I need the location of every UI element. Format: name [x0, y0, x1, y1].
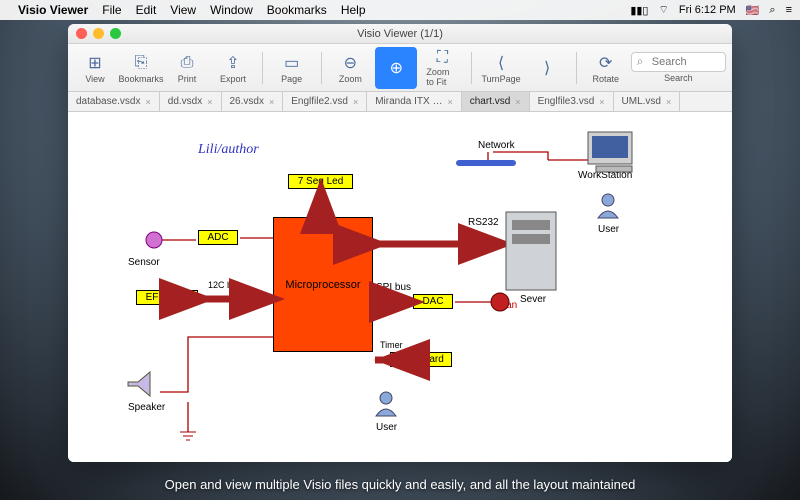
tab-dd[interactable]: dd.vsdx×	[160, 92, 222, 111]
menu-file[interactable]: File	[102, 3, 121, 17]
tabbar: database.vsdx× dd.vsdx× 26.vsdx× Englfil…	[68, 92, 732, 112]
chevron-left-icon: ⟨	[498, 52, 504, 74]
menu-extras-icon[interactable]: ≡	[786, 4, 792, 16]
zoom-fit-button[interactable]: ⛶Zoom to Fit	[421, 47, 463, 89]
page-button[interactable]: ▭Page	[271, 47, 313, 89]
close-icon[interactable]: ×	[447, 97, 452, 107]
clock[interactable]: Fri 6:12 PM	[679, 4, 736, 16]
export-icon: ⇪	[226, 52, 239, 74]
next-page-button[interactable]: ⟩	[526, 47, 568, 89]
close-icon[interactable]: ×	[599, 97, 604, 107]
zoom-out-icon: ⊖	[344, 52, 357, 74]
tab-database[interactable]: database.vsdx×	[68, 92, 160, 111]
promo-caption: Open and view multiple Visio files quick…	[0, 477, 800, 492]
menu-bookmarks[interactable]: Bookmarks	[267, 3, 327, 17]
titlebar: Visio Viewer (1/1)	[68, 24, 732, 44]
page-icon: ▭	[284, 52, 299, 74]
prev-page-button[interactable]: ⟨TurnPage	[480, 47, 522, 89]
close-icon[interactable]: ×	[515, 97, 520, 107]
diagram-svg	[68, 112, 732, 462]
close-icon[interactable]: ×	[146, 97, 151, 107]
zoom-in-button[interactable]: ⊕	[375, 47, 417, 89]
window-title: Visio Viewer (1/1)	[357, 28, 443, 40]
printer-icon: ⎙	[181, 52, 194, 74]
bookmark-icon: ⎘	[135, 52, 148, 74]
tab-englfile2[interactable]: Englfile2.vsd×	[283, 92, 367, 111]
close-icon[interactable]: ×	[269, 97, 274, 107]
close-icon[interactable]: ×	[666, 97, 671, 107]
menu-view[interactable]: View	[170, 3, 196, 17]
close-icon[interactable]: ×	[353, 97, 358, 107]
search-label: Search	[631, 73, 726, 83]
tab-miranda[interactable]: Miranda ITX …×	[367, 92, 462, 111]
app-name[interactable]: Visio Viewer	[18, 3, 88, 17]
app-window: Visio Viewer (1/1) ⊞View ⎘Bookmarks ⎙Pri…	[68, 24, 732, 462]
menu-edit[interactable]: Edit	[136, 3, 157, 17]
flag-icon[interactable]: 🇺🇸	[746, 4, 760, 17]
tab-englfile3[interactable]: Englfile3.vsd×	[530, 92, 614, 111]
tab-26[interactable]: 26.vsdx×	[222, 92, 284, 111]
spotlight-icon[interactable]: ⌕	[769, 4, 775, 17]
battery-icon[interactable]: ▮▮▯	[630, 4, 648, 17]
zoom-button[interactable]	[110, 28, 121, 39]
search-field[interactable]: Search	[631, 52, 726, 83]
export-button[interactable]: ⇪Export	[212, 47, 254, 89]
view-button[interactable]: ⊞View	[74, 47, 116, 89]
close-icon[interactable]: ×	[207, 97, 212, 107]
close-button[interactable]	[76, 28, 87, 39]
bookmarks-button[interactable]: ⎘Bookmarks	[120, 47, 162, 89]
menubar: Visio Viewer File Edit View Window Bookm…	[0, 0, 800, 20]
tab-uml[interactable]: UML.vsd×	[614, 92, 681, 111]
tab-chart[interactable]: chart.vsd×	[462, 92, 530, 111]
search-input[interactable]	[631, 52, 726, 72]
toolbar: ⊞View ⎘Bookmarks ⎙Print ⇪Export ▭Page ⊖Z…	[68, 44, 732, 92]
fit-icon: ⛶	[437, 49, 448, 67]
menu-help[interactable]: Help	[341, 3, 366, 17]
minimize-button[interactable]	[93, 28, 104, 39]
menu-window[interactable]: Window	[210, 3, 253, 17]
chevron-right-icon: ⟩	[544, 57, 550, 79]
zoom-out-button[interactable]: ⊖Zoom	[329, 47, 371, 89]
wifi-icon[interactable]: ⌔	[659, 3, 669, 17]
rotate-button[interactable]: ⟳Rotate	[585, 47, 627, 89]
print-button[interactable]: ⎙Print	[166, 47, 208, 89]
grid-icon: ⊞	[88, 52, 101, 74]
rotate-icon: ⟳	[599, 52, 612, 74]
zoom-in-icon: ⊕	[390, 57, 403, 79]
canvas[interactable]: Lili/author Microprocessor 7 Seg Led ADC…	[68, 112, 732, 462]
